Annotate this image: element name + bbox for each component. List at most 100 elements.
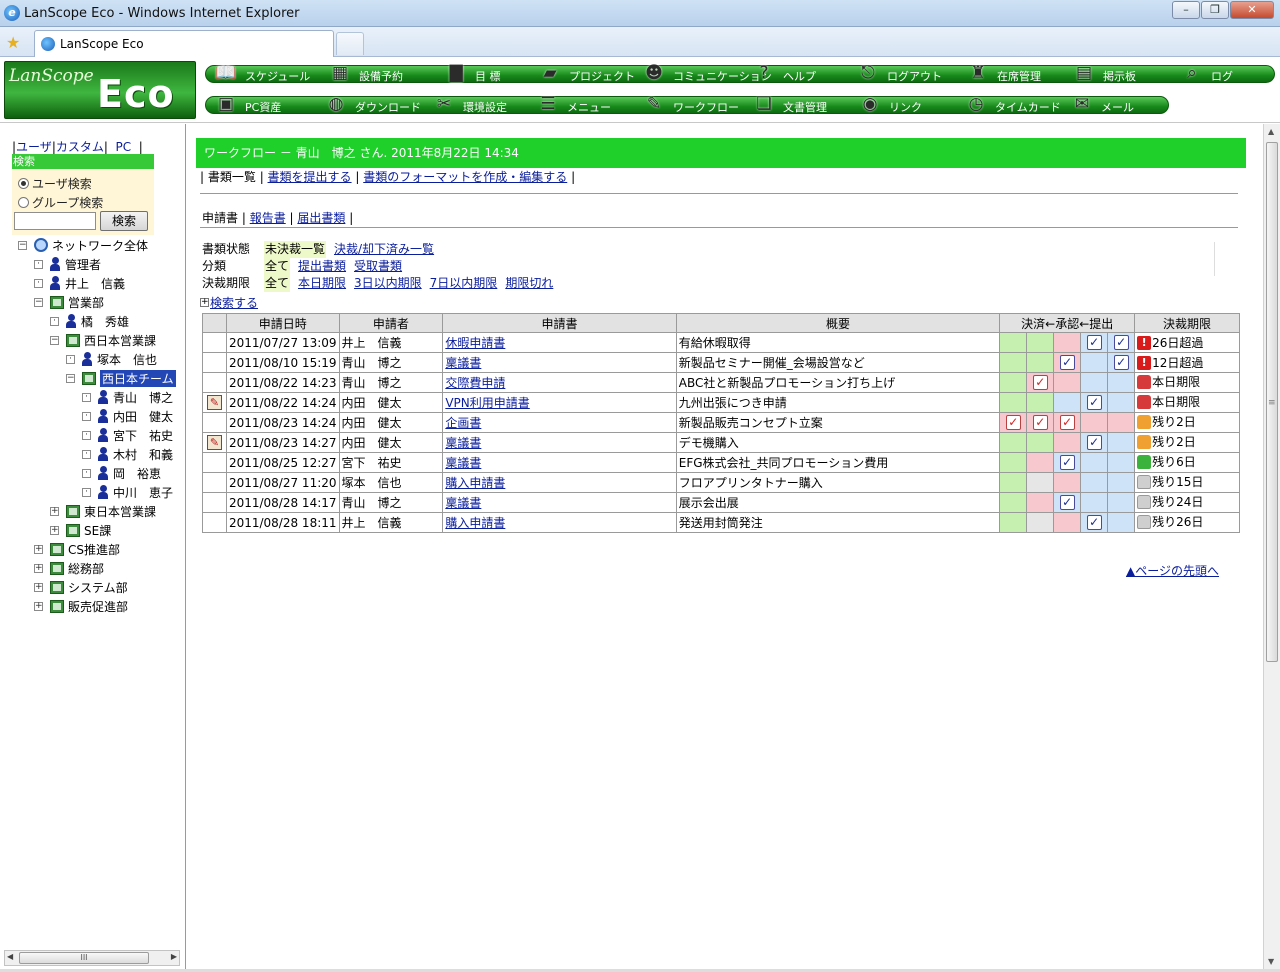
nav-item-row2-0[interactable]: ▣ PC資産 [213, 92, 281, 116]
subnav-submit-document[interactable]: 書類を提出する [268, 170, 352, 184]
tree-node[interactable]: + 総務部 [34, 559, 104, 577]
tree-node-label[interactable]: 橘 秀雄 [81, 313, 129, 330]
collapse-icon[interactable]: − [66, 373, 75, 383]
tree-node-label[interactable]: システム部 [68, 579, 128, 596]
tree-node[interactable]: · 中川 恵子 [82, 483, 173, 501]
nav-item-row1-9[interactable]: ⌕ ログ [1179, 61, 1233, 85]
nav-item-row1-7[interactable]: ♜ 在席管理 [965, 61, 1041, 85]
expand-icon[interactable]: + [50, 506, 59, 516]
new-tab-button[interactable] [336, 32, 364, 55]
document-cell-text[interactable]: 稟議書 [445, 436, 481, 450]
document-cell-text[interactable]: 稟議書 [445, 356, 481, 370]
nav-item-row1-1[interactable]: ▦ 設備予約 [327, 61, 403, 85]
filter-class-received-link[interactable]: 受取書類 [354, 258, 402, 275]
filter-deadline-expired-link[interactable]: 期限切れ [505, 275, 553, 292]
tree-node-label[interactable]: 青山 博之 [113, 389, 173, 406]
expand-icon[interactable]: + [34, 582, 43, 592]
minimize-icon[interactable]: – [1172, 1, 1200, 19]
tree-node[interactable]: + SE課 [50, 521, 111, 539]
column-header-document[interactable]: 申請書 [442, 313, 677, 333]
nav-item-row2-5[interactable]: ❏ 文書管理 [751, 92, 827, 116]
tree-node[interactable]: · 内田 健太 [82, 407, 173, 425]
expand-plus-icon[interactable]: + [200, 298, 209, 307]
tab-user[interactable]: ユーザ [16, 140, 52, 154]
edit-note-icon[interactable]: ✎ [206, 435, 222, 450]
tree-node[interactable]: · 木村 和義 [82, 445, 173, 463]
search-input[interactable] [14, 212, 96, 230]
nav-item-row1-8[interactable]: ▤ 掲示板 [1071, 61, 1136, 85]
expand-icon[interactable]: + [34, 544, 43, 554]
tree-node[interactable]: · 管理者 [34, 255, 101, 273]
tree-node[interactable]: · 岡 裕恵 [82, 464, 161, 482]
collapse-icon[interactable]: − [18, 240, 27, 250]
scroll-right-arrow-icon[interactable]: ▶ [171, 952, 177, 961]
tree-node[interactable]: · 宮下 祐史 [82, 426, 173, 444]
document-cell-text[interactable]: 企画書 [445, 416, 481, 430]
tree-node-label[interactable]: SE課 [84, 522, 111, 539]
tree-node[interactable]: − 西日本チーム [66, 369, 176, 387]
scroll-up-arrow-icon[interactable]: ▲ [1268, 127, 1274, 136]
column-header-applicant[interactable]: 申請者 [338, 313, 444, 333]
collapse-icon[interactable]: − [50, 335, 59, 345]
document-cell-text[interactable]: 交際費申請 [445, 376, 505, 390]
nav-item-row2-4[interactable]: ✎ ワークフロー [641, 92, 739, 116]
tree-node[interactable]: − ネットワーク全体 [18, 236, 148, 254]
nav-item-row2-7[interactable]: ◷ タイムカード [963, 92, 1061, 116]
tab-report[interactable]: 報告書 [250, 211, 286, 225]
tree-node-label[interactable]: CS推進部 [68, 541, 120, 558]
nav-item-row1-6[interactable]: ⎋ ログアウト [855, 61, 942, 85]
document-cell-text[interactable]: 稟議書 [445, 456, 481, 470]
tree-node[interactable]: · 井上 信義 [34, 274, 125, 292]
tree-node[interactable]: − 西日本営業課 [50, 331, 156, 349]
filter-deadline-7days-link[interactable]: 7日以内期限 [430, 275, 498, 292]
nav-item-row2-6[interactable]: ◉ リンク [857, 92, 922, 116]
tree-node-label[interactable]: 木村 和義 [113, 446, 173, 463]
scroll-down-arrow-icon[interactable]: ▼ [1268, 957, 1274, 966]
document-cell-text[interactable]: 購入申請書 [445, 516, 505, 530]
tree-node[interactable]: + 販売促進部 [34, 597, 128, 615]
browser-tab[interactable]: LanScope Eco [34, 30, 334, 57]
close-icon[interactable]: ✕ [1230, 1, 1274, 19]
tree-node-label[interactable]: 管理者 [65, 256, 101, 273]
favorites-star-icon[interactable]: ★ [6, 33, 20, 52]
expand-icon[interactable]: + [34, 601, 43, 611]
nav-item-row2-2[interactable]: ✂ 環境設定 [431, 92, 507, 116]
nav-item-row2-8[interactable]: ✉ メール [1069, 92, 1134, 116]
search-toggle-link[interactable]: 検索する [210, 294, 258, 311]
nav-item-row2-1[interactable]: ◍ ダウンロード [323, 92, 421, 116]
tab-pc[interactable]: PC [116, 140, 132, 154]
collapse-icon[interactable]: − [34, 297, 43, 307]
lanscope-eco-logo[interactable]: LanScope Eco [4, 61, 196, 119]
tree-node-label[interactable]: 西日本営業課 [84, 332, 156, 349]
tree-node[interactable]: · 青山 博之 [82, 388, 173, 406]
subnav-edit-format[interactable]: 書類のフォーマットを作成・編集する [363, 170, 567, 184]
main-vertical-scrollbar[interactable]: ▲ ≡ ▼ [1263, 124, 1280, 969]
search-button[interactable]: 検索 [100, 211, 148, 231]
expand-icon[interactable]: + [50, 525, 59, 535]
document-cell-text[interactable]: VPN利用申請書 [445, 396, 529, 410]
subnav-document-list[interactable]: 書類一覧 [208, 170, 256, 184]
scroll-left-arrow-icon[interactable]: ◀ [7, 952, 13, 961]
tree-node[interactable]: + CS推進部 [34, 540, 120, 558]
tree-node-label[interactable]: 岡 裕恵 [113, 465, 161, 482]
tree-node-label[interactable]: 販売促進部 [68, 598, 128, 615]
radio-group-search[interactable]: グループ検索 [18, 194, 103, 211]
radio-unselected-icon[interactable] [18, 197, 29, 208]
tree-node-label[interactable]: 井上 信義 [65, 275, 125, 292]
scroll-thumb[interactable]: III [19, 952, 149, 964]
tree-node-label[interactable]: 塚本 信也 [97, 351, 157, 368]
tab-notification[interactable]: 届出書類 [297, 211, 345, 225]
filter-deadline-3days-link[interactable]: 3日以内期限 [354, 275, 422, 292]
nav-item-row1-2[interactable]: ▇ 目 標 [443, 61, 500, 85]
tree-node[interactable]: + 東日本営業課 [50, 502, 156, 520]
tree-node[interactable]: · 橘 秀雄 [50, 312, 129, 330]
filter-deadline-today-link[interactable]: 本日期限 [298, 275, 346, 292]
tree-node-label[interactable]: 内田 健太 [113, 408, 173, 425]
tree-node-label[interactable]: 総務部 [68, 560, 104, 577]
tree-node[interactable]: · 塚本 信也 [66, 350, 157, 368]
filter-class-submitted-link[interactable]: 提出書類 [298, 258, 346, 275]
document-cell-text[interactable]: 購入申請書 [445, 476, 505, 490]
page-top-link[interactable]: ▲ページの先頭へ [1126, 562, 1219, 579]
tree-node-label[interactable]: 宮下 祐史 [113, 427, 173, 444]
document-cell-text[interactable]: 稟議書 [445, 496, 481, 510]
